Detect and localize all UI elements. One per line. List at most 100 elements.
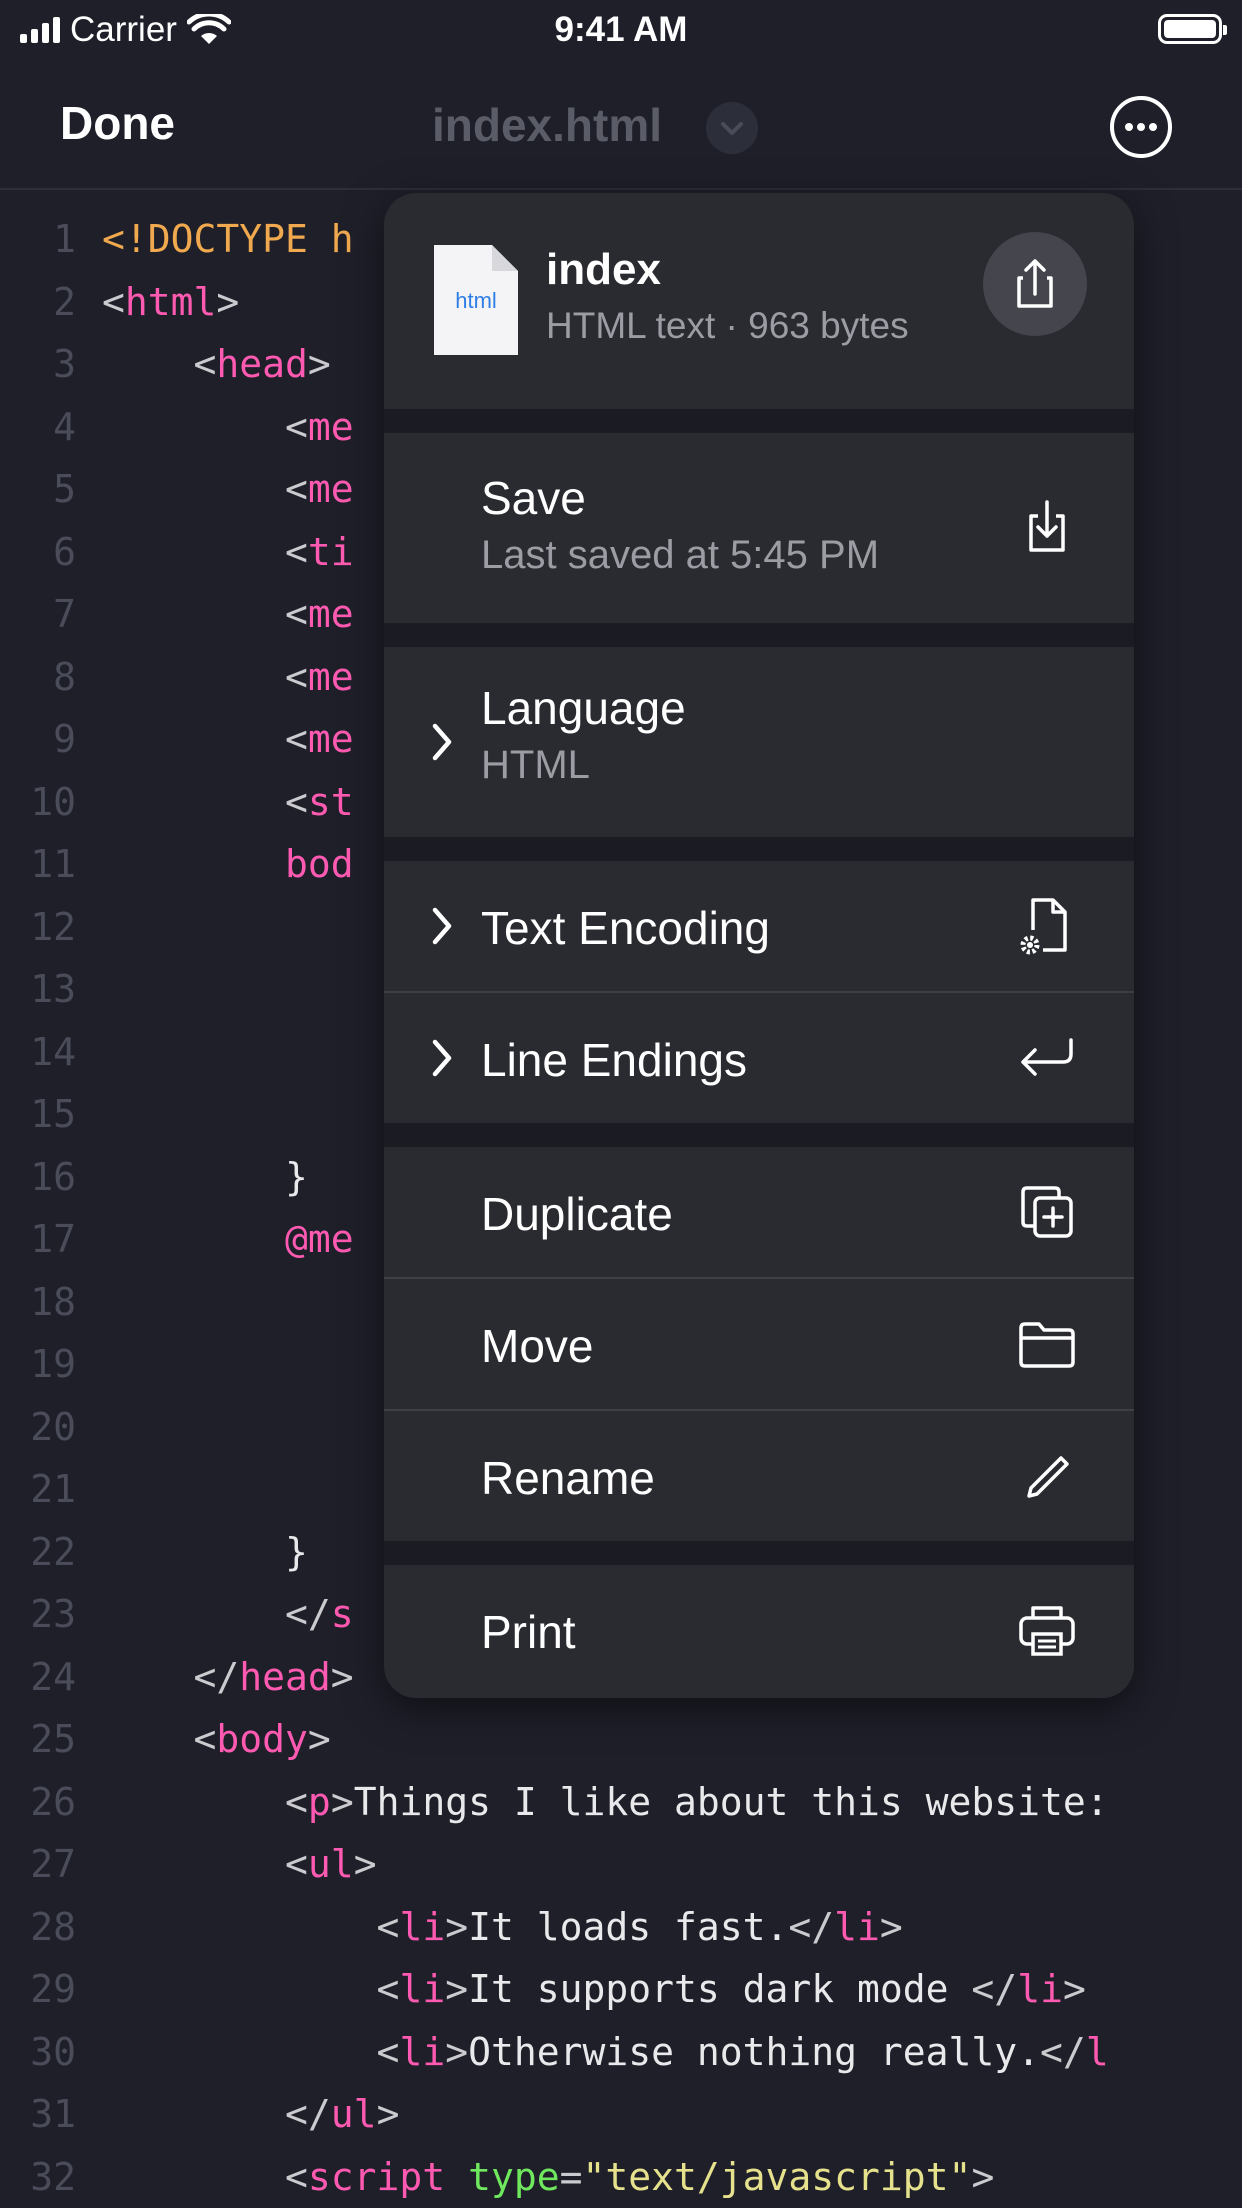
code-text: <head>: [102, 333, 331, 395]
code-text: </head>: [102, 1646, 354, 1708]
code-line[interactable]: 28 <li>It loads fast.</li>: [0, 1896, 1242, 1958]
text-encoding-label: Text Encoding: [481, 902, 770, 954]
code-token: <: [193, 1717, 217, 1761]
code-token: >: [307, 342, 331, 386]
document-title[interactable]: index.html: [432, 98, 662, 152]
code-token: >: [330, 1654, 354, 1699]
chevron-right-icon: [432, 723, 452, 761]
code-token: html: [124, 279, 217, 324]
line-number: 19: [30, 1342, 76, 1386]
code-line[interactable]: 27 <ul>: [0, 1833, 1242, 1895]
text-encoding-menu-item[interactable]: Text Encoding: [384, 861, 1134, 991]
done-button[interactable]: Done: [60, 96, 175, 150]
code-token: }: [102, 1154, 308, 1199]
code-token: </: [285, 1592, 331, 1636]
line-number: 23: [30, 1592, 76, 1636]
code-line[interactable]: 29 <li>It supports dark mode </li>: [0, 1958, 1242, 2020]
line-number: 27: [30, 1842, 76, 1886]
code-token: </: [193, 1654, 240, 1699]
code-text: <html>: [102, 271, 239, 333]
code-token: l: [1085, 2029, 1109, 2074]
code-token: ul: [307, 1842, 354, 1886]
line-number: 21: [30, 1467, 76, 1511]
code-line[interactable]: 25 <body>: [0, 1708, 1242, 1770]
code-token: st: [307, 779, 354, 824]
code-text: <li>It loads fast.</li>: [102, 1896, 903, 1958]
code-token: body: [216, 1717, 308, 1761]
rename-menu-item[interactable]: Rename: [384, 1411, 1134, 1541]
duplicate-menu-item[interactable]: Duplicate: [384, 1147, 1134, 1277]
line-number: 30: [30, 2029, 76, 2074]
code-token: type: [468, 2154, 560, 2199]
code-token: >: [445, 1904, 469, 1949]
language-menu-item[interactable]: Language HTML: [384, 647, 1134, 837]
chevron-right-icon: [432, 907, 452, 945]
line-number: 9: [53, 717, 76, 761]
code-token: <: [285, 592, 308, 636]
code-token: >: [1062, 1967, 1086, 2011]
battery-icon: [1158, 14, 1227, 44]
language-value: HTML: [481, 743, 590, 787]
share-icon[interactable]: [983, 232, 1087, 336]
code-token: Things I like about this website:: [353, 1779, 1109, 1824]
code-line[interactable]: 26 <p>Things I like about this website:: [0, 1771, 1242, 1833]
code-token: <: [285, 467, 308, 511]
code-token: <: [285, 529, 308, 574]
print-menu-item[interactable]: Print: [384, 1565, 1134, 1698]
code-token: <: [285, 654, 308, 699]
code-token: =: [559, 2154, 583, 2199]
code-token: >: [353, 1842, 377, 1886]
code-token: <: [285, 404, 308, 449]
code-line[interactable]: 30 <li>Otherwise nothing really.</l: [0, 2021, 1242, 2083]
rename-label: Rename: [481, 1452, 655, 1504]
code-token: me: [307, 404, 354, 449]
code-token: >: [445, 2029, 469, 2074]
code-token: me: [307, 467, 354, 511]
code-token: It supports dark mode: [468, 1967, 972, 2011]
save-menu-item[interactable]: Save Last saved at 5:45 PM: [384, 433, 1134, 623]
code-token: <: [285, 1779, 308, 1824]
code-token: </: [788, 1904, 835, 1949]
move-menu-item[interactable]: Move: [384, 1279, 1134, 1409]
line-number: 18: [30, 1279, 76, 1324]
svg-text:html: html: [455, 288, 497, 313]
line-number: 13: [30, 967, 76, 1011]
line-number: 29: [30, 1967, 76, 2011]
code-line[interactable]: 32 <script type="text/javascript">: [0, 2146, 1242, 2208]
code-text: }: [102, 1521, 308, 1583]
line-number: 8: [53, 654, 76, 699]
line-number: 3: [53, 342, 76, 386]
line-number: 10: [30, 779, 76, 824]
move-label: Move: [481, 1320, 594, 1372]
code-token: It loads fast.: [468, 1904, 789, 1949]
line-number: 16: [30, 1154, 76, 1199]
line-endings-menu-item[interactable]: Line Endings: [384, 993, 1134, 1123]
code-token: <: [376, 1967, 400, 2011]
title-chevron-down-icon[interactable]: [706, 102, 758, 154]
code-line[interactable]: 31 </ul>: [0, 2083, 1242, 2145]
return-arrow-icon: [1021, 1038, 1073, 1076]
line-number: 2: [53, 279, 76, 324]
code-token: <: [376, 2029, 400, 2074]
navigation-bar: Done index.html: [0, 62, 1242, 190]
code-text: <script type="text/javascript">: [102, 2146, 994, 2208]
code-text: </ul>: [102, 2083, 399, 2145]
code-token: li: [399, 2029, 446, 2074]
more-options-icon[interactable]: [1110, 96, 1172, 158]
code-text: <ti: [102, 521, 354, 583]
line-number: 25: [30, 1717, 76, 1761]
code-text: <st: [102, 771, 354, 833]
code-token: >: [330, 1779, 354, 1824]
code-text: <p>Things I like about this website:: [102, 1771, 1109, 1833]
line-number: 12: [30, 904, 76, 949]
save-label: Save: [481, 472, 586, 524]
folder-icon: [1019, 1322, 1075, 1368]
